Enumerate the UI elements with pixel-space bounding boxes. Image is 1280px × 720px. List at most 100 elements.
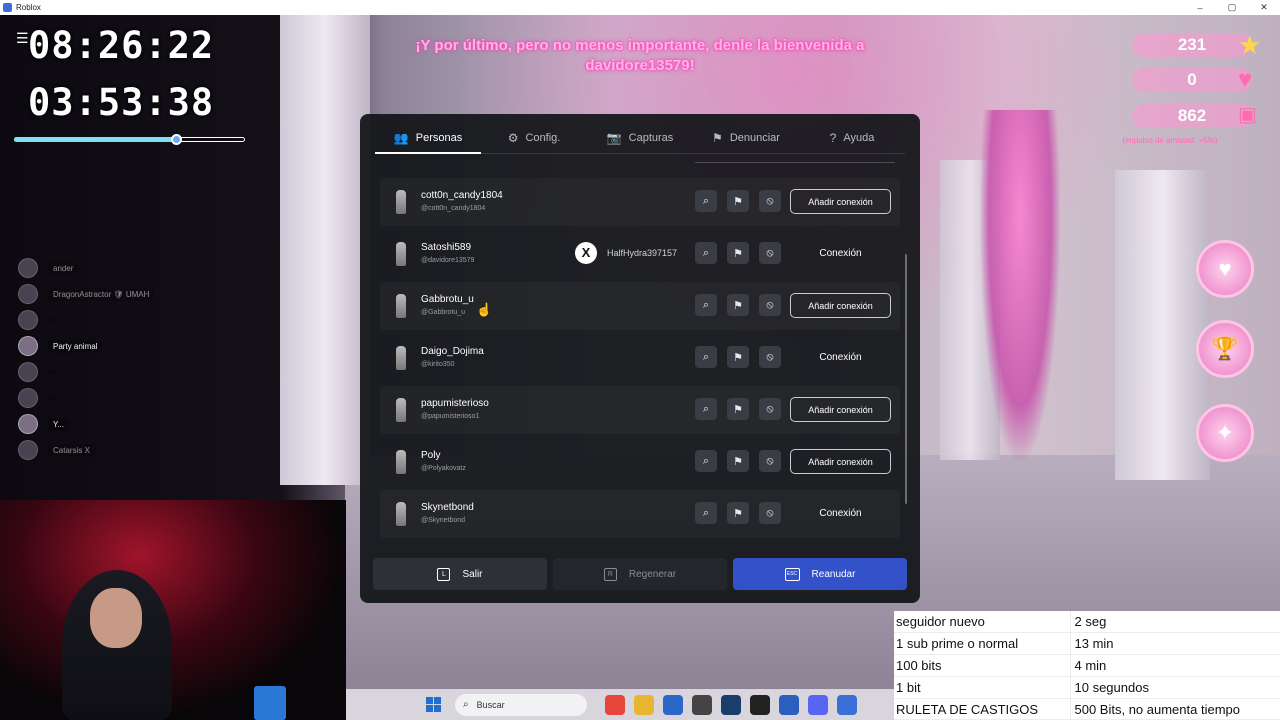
tab-label: Config. bbox=[525, 131, 561, 144]
announcement-text: ¡Y por último, pero no menos importante,… bbox=[415, 37, 865, 74]
inspect-button[interactable]: ⌕ bbox=[695, 294, 717, 316]
inspect-button[interactable]: ⌕ bbox=[695, 502, 717, 524]
windows-taskbar: ⌕ Buscar bbox=[346, 689, 896, 720]
folder-icon[interactable] bbox=[634, 694, 654, 715]
inspect-button[interactable]: ⌕ bbox=[695, 346, 717, 368]
block-button[interactable]: ⦸ bbox=[759, 450, 781, 472]
rule-event: 1 sub prime o normal bbox=[894, 632, 1071, 656]
hearts-button[interactable]: ♥ bbox=[1196, 240, 1254, 298]
leave-button[interactable]: L Salir bbox=[373, 558, 547, 590]
player-username: @papumisterioso1 bbox=[421, 413, 480, 420]
timer-top: 08:26:22 bbox=[28, 24, 215, 67]
inspect-button[interactable]: ⌕ bbox=[695, 450, 717, 472]
tab-denunciar[interactable]: ⚑ Denunciar bbox=[693, 122, 799, 153]
tab-label: Ayuda bbox=[843, 131, 875, 144]
tab-capturas[interactable]: 📷 Capturas bbox=[587, 122, 693, 153]
slider-thumb[interactable] bbox=[170, 134, 182, 145]
leave-label: Salir bbox=[462, 568, 483, 580]
player-avatar bbox=[396, 346, 406, 370]
rule-event: seguidor nuevo bbox=[894, 611, 1071, 634]
resume-button[interactable]: ESC Reanudar bbox=[733, 558, 907, 590]
store-icon[interactable] bbox=[663, 694, 683, 715]
player-username: @Polyakovatz bbox=[421, 465, 466, 472]
player-row: cott0n_candy1804 @cott0n_candy1804 ⌕ ⚑ ⦸ Añad… bbox=[380, 178, 900, 226]
camera-icon: 📷 bbox=[606, 130, 622, 145]
player-name: ander bbox=[48, 261, 79, 275]
steam-icon[interactable] bbox=[721, 694, 741, 715]
friendship-boost-note: (impulso de amistad: +5%) bbox=[1122, 136, 1218, 145]
player-username: @cott0n_candy1804 bbox=[421, 205, 486, 212]
epic-icon[interactable] bbox=[750, 694, 770, 715]
player-name bbox=[48, 396, 58, 400]
add-connection-button[interactable]: Añadir conexión bbox=[790, 449, 891, 474]
block-button[interactable]: ⦸ bbox=[759, 502, 781, 524]
player-username: @Gabbrotu_u bbox=[421, 309, 466, 316]
report-button[interactable]: ⚑ bbox=[727, 294, 749, 316]
emote-button[interactable]: ✦ bbox=[1196, 404, 1254, 462]
taskbar-search[interactable]: ⌕ Buscar bbox=[455, 693, 587, 716]
player-display-name: papumisterioso bbox=[421, 398, 489, 409]
maximize-button[interactable]: ▢ bbox=[1216, 0, 1248, 15]
inspect-button[interactable]: ⌕ bbox=[695, 398, 717, 420]
heart-icon: ♥ bbox=[1218, 256, 1232, 281]
people-dialog: 👥 Personas ⚙ Config. 📷 Capturas ⚑ Denunciar? Ayu… bbox=[360, 114, 920, 603]
tab-label: Denunciar bbox=[729, 131, 780, 144]
report-button[interactable]: ⚑ bbox=[727, 502, 749, 524]
app-icon[interactable] bbox=[692, 694, 712, 715]
roblox-icon[interactable] bbox=[837, 694, 857, 715]
block-button[interactable]: ⦸ bbox=[759, 190, 781, 212]
player-name: Y... bbox=[48, 417, 69, 431]
add-connection-button[interactable]: Añadir conexión bbox=[790, 397, 891, 422]
discord-icon[interactable] bbox=[808, 694, 828, 715]
block-button[interactable]: ⦸ bbox=[759, 346, 781, 368]
player-name bbox=[48, 318, 58, 322]
mouse-cursor: ☝ bbox=[476, 302, 493, 317]
close-button[interactable]: ✕ bbox=[1248, 0, 1280, 15]
connection-status: Conexión bbox=[819, 352, 862, 363]
chrome-icon[interactable] bbox=[605, 694, 625, 715]
player-display-name: Gabbrotu_u bbox=[421, 294, 474, 305]
tab-personas[interactable]: 👥 Personas bbox=[375, 122, 481, 154]
player-username: @kirito350 bbox=[421, 361, 455, 368]
scene-pillar bbox=[280, 15, 370, 485]
block-button[interactable]: ⦸ bbox=[759, 398, 781, 420]
rules-row: RULETA DE CASTIGOS 500 Bits, no aumenta t… bbox=[894, 698, 1280, 720]
inspect-button[interactable]: ⌕ bbox=[695, 242, 717, 264]
player-avatar bbox=[396, 294, 406, 318]
player-display-name: Daigo_Dojima bbox=[421, 346, 484, 357]
tab-ayuda[interactable]: ? Ayuda bbox=[799, 122, 905, 153]
report-button[interactable]: ⚑ bbox=[727, 190, 749, 212]
player-entry bbox=[18, 310, 154, 330]
reset-button[interactable]: R Regenerar bbox=[553, 558, 727, 590]
avatar bbox=[18, 284, 38, 304]
rules-row: seguidor nuevo 2 seg bbox=[894, 611, 1280, 634]
progress-slider[interactable] bbox=[14, 134, 245, 145]
inspect-button[interactable]: ⌕ bbox=[695, 190, 717, 212]
windows-start-button[interactable] bbox=[426, 697, 441, 712]
blue-cup bbox=[254, 686, 286, 720]
avatar bbox=[18, 388, 38, 408]
streamer-face bbox=[90, 588, 142, 648]
block-button[interactable]: ⦸ bbox=[759, 242, 781, 264]
report-button[interactable]: ⚑ bbox=[727, 450, 749, 472]
avatar bbox=[18, 362, 38, 382]
word-icon[interactable] bbox=[779, 694, 799, 715]
player-row: Poly @Polyakovatz ⌕ ⚑ ⦸ Añadir conexión bbox=[380, 438, 900, 486]
rule-value: 2 seg bbox=[1070, 611, 1280, 634]
trophy-button[interactable]: 🏆 bbox=[1196, 320, 1254, 378]
tab-config[interactable]: ⚙ Config. bbox=[481, 122, 587, 153]
timer-bottom: 03:53:38 bbox=[28, 81, 215, 124]
report-button[interactable]: ⚑ bbox=[727, 346, 749, 368]
minimize-button[interactable]: – bbox=[1184, 0, 1216, 15]
rules-row: 1 sub prime o normal 13 min bbox=[894, 632, 1280, 656]
report-button[interactable]: ⚑ bbox=[727, 398, 749, 420]
list-scrollbar[interactable] bbox=[905, 254, 907, 504]
menu-icon[interactable]: ☰ bbox=[16, 30, 29, 47]
add-connection-button[interactable]: Añadir conexión bbox=[790, 189, 891, 214]
avatar bbox=[18, 414, 38, 434]
avatar bbox=[18, 310, 38, 330]
block-button[interactable]: ⦸ bbox=[759, 294, 781, 316]
add-connection-button[interactable]: Añadir conexión bbox=[790, 293, 891, 318]
report-button[interactable]: ⚑ bbox=[727, 242, 749, 264]
people-list[interactable]: cott0n_candy1804 @cott0n_candy1804 ⌕ ⚑ ⦸ Añad… bbox=[380, 160, 900, 544]
